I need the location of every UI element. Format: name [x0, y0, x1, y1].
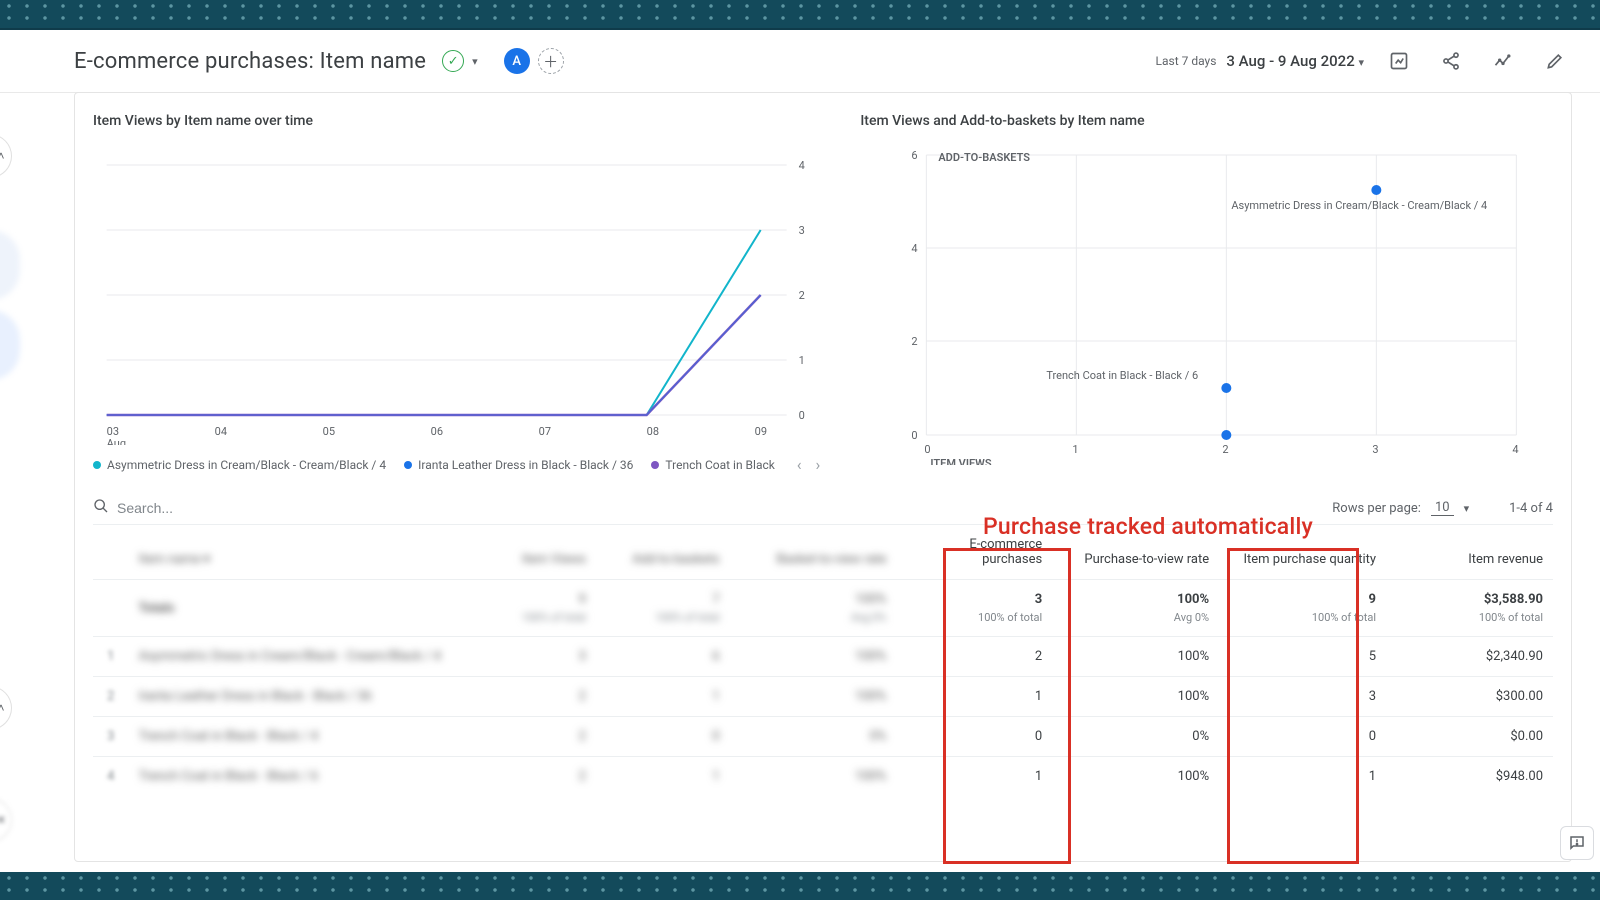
- svg-text:07: 07: [539, 425, 551, 438]
- svg-text:2: 2: [1223, 443, 1229, 456]
- table-row[interactable]: 4Trench Coat in Black - Black / 621100%1…: [93, 757, 1553, 797]
- svg-text:3: 3: [1373, 443, 1379, 456]
- edit-icon[interactable]: [1538, 44, 1572, 78]
- search-input[interactable]: [117, 500, 417, 516]
- report-card: Item Views by Item name over time 4 3 2 …: [74, 92, 1572, 862]
- trends-icon[interactable]: [1486, 44, 1520, 78]
- svg-text:4: 4: [1513, 443, 1519, 456]
- svg-text:1: 1: [1073, 443, 1079, 456]
- sidebar-collapse-top[interactable]: ˄: [0, 134, 12, 178]
- svg-text:08: 08: [647, 425, 659, 438]
- svg-text:Aug: Aug: [107, 437, 126, 445]
- insights-icon[interactable]: [1382, 44, 1416, 78]
- annotation-text: Purchase tracked automatically: [983, 513, 1313, 540]
- app-frame: ˄ ˄ ✕ E-commerce purchases: Item name ✓ …: [0, 30, 1600, 872]
- line-chart: 4 3 2 1 0 03 Aug 04 05 06 07 08 09: [93, 145, 820, 445]
- svg-text:Trench Coat in Black - Black /: Trench Coat in Black - Black / 6: [1047, 369, 1199, 382]
- svg-text:0: 0: [799, 409, 805, 422]
- svg-text:1: 1: [799, 354, 805, 367]
- sidebar-collapse-low[interactable]: ✕: [0, 798, 12, 842]
- scatter-chart: 6 4 2 0 0 1 2 3 4 ADD-TO-BASKETS ITEM VI…: [860, 145, 1553, 465]
- page-title: E-commerce purchases: Item name: [74, 49, 426, 74]
- legend-prev-icon[interactable]: ‹: [797, 455, 802, 474]
- sidebar-blob-2: [0, 310, 20, 380]
- svg-text:6: 6: [912, 149, 918, 162]
- caret-down-icon[interactable]: ▾: [1464, 502, 1470, 515]
- add-comparison-button[interactable]: ＋: [538, 48, 564, 74]
- col-revenue[interactable]: Item revenue: [1386, 525, 1553, 580]
- svg-text:0: 0: [912, 429, 918, 442]
- date-range-label: Last 7 days: [1156, 54, 1217, 68]
- sidebar-collapse-mid[interactable]: ˄: [0, 686, 12, 730]
- svg-text:4: 4: [912, 242, 918, 255]
- left-chart-title: Item Views by Item name over time: [93, 113, 820, 129]
- svg-text:Asymmetric Dress in Cream/Blac: Asymmetric Dress in Cream/Black - Cream/…: [1232, 199, 1488, 212]
- legend-next-icon[interactable]: ›: [816, 455, 821, 474]
- svg-text:2: 2: [799, 289, 805, 302]
- col-add-to-baskets[interactable]: Add-to-baskets: [596, 525, 730, 580]
- topbar: E-commerce purchases: Item name ✓ ▾ A ＋ …: [0, 30, 1600, 93]
- svg-text:2: 2: [912, 335, 918, 348]
- table-row[interactable]: 1Asymmetric Dress in Cream/Black - Cream…: [93, 637, 1553, 677]
- svg-text:4: 4: [799, 159, 805, 172]
- rows-per-page-label: Rows per page:: [1332, 501, 1421, 516]
- table-row[interactable]: 2Iranta Leather Dress in Black - Black /…: [93, 677, 1553, 717]
- table-row[interactable]: 3Trench Coat in Black - Black / 4200%00%…: [93, 717, 1553, 757]
- search-icon[interactable]: [93, 498, 109, 518]
- svg-text:04: 04: [215, 425, 227, 438]
- status-ok-icon[interactable]: ✓: [442, 50, 464, 72]
- feedback-icon[interactable]: [1560, 826, 1594, 860]
- col-basket-rate[interactable]: Basket-to-view rate: [730, 525, 897, 580]
- line-chart-legend: Asymmetric Dress in Cream/Black - Cream/…: [93, 455, 820, 474]
- sidebar-blob: [0, 230, 20, 300]
- data-table: Item name ▾ Item Views Add-to-baskets Ba…: [93, 524, 1553, 796]
- svg-text:ITEM VIEWS: ITEM VIEWS: [931, 457, 993, 465]
- date-range-picker[interactable]: 3 Aug - 9 Aug 2022 ▾: [1226, 52, 1364, 70]
- svg-text:09: 09: [755, 425, 767, 438]
- svg-text:05: 05: [323, 425, 335, 438]
- segment-badge[interactable]: A: [504, 48, 530, 74]
- table-toolbar: Rows per page: 10 ▾ 1-4 of 4: [93, 498, 1553, 518]
- pagination-label: 1-4 of 4: [1509, 501, 1553, 516]
- svg-text:ADD-TO-BASKETS: ADD-TO-BASKETS: [939, 151, 1031, 164]
- share-icon[interactable]: [1434, 44, 1468, 78]
- svg-text:3: 3: [799, 224, 805, 237]
- rows-per-page-select[interactable]: 10: [1431, 500, 1454, 516]
- col-item-views[interactable]: Item Views: [474, 525, 596, 580]
- col-item-name[interactable]: Item name ▾: [129, 525, 474, 580]
- svg-text:0: 0: [925, 443, 931, 456]
- totals-row: Totals9100% of total7100% of total100%Av…: [93, 580, 1553, 637]
- right-chart-title: Item Views and Add-to-baskets by Item na…: [860, 113, 1553, 129]
- status-caret-icon[interactable]: ▾: [472, 55, 478, 68]
- svg-text:06: 06: [431, 425, 443, 438]
